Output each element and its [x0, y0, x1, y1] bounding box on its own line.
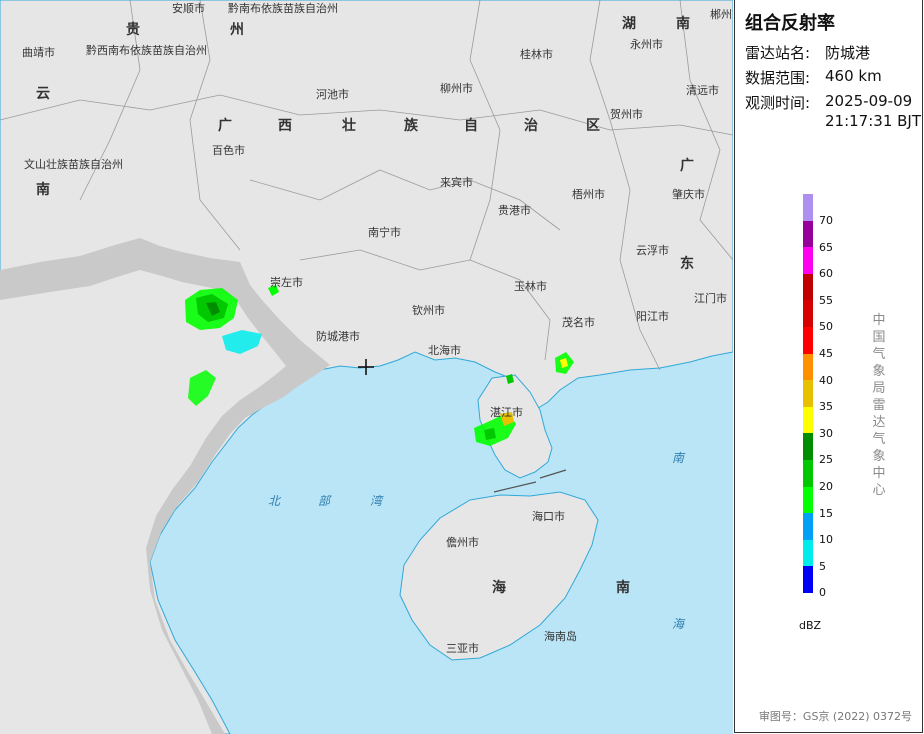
radar-viewer: 贵 州 湖 南 云 南 广 西 壮 族 自 治 区 广 东 海 南 北 部 湾 … — [0, 0, 924, 734]
city-label: 儋州市 — [446, 535, 479, 549]
legend-tick-label: 0 — [819, 586, 826, 600]
legend-tick-label: 45 — [819, 347, 833, 360]
legend-color-swatch — [803, 380, 813, 407]
sea-char: 南 — [672, 451, 686, 465]
legend-tick-label: 5 — [819, 559, 826, 573]
legend-tick-label: 20 — [819, 480, 833, 493]
city-label: 来宾市 — [440, 175, 473, 189]
city-label: 阳江市 — [636, 309, 669, 323]
city-label: 南宁市 — [368, 225, 401, 239]
approval-number: 审图号：GS京 (2022) 0372号 — [758, 710, 912, 723]
legend-color-swatch — [803, 513, 813, 540]
city-label: 梧州市 — [572, 187, 605, 201]
city-label: 海口市 — [532, 509, 565, 523]
product-title: 组合反射率 — [745, 13, 835, 34]
legend-color-swatch — [803, 194, 813, 221]
legend-color-swatch — [803, 273, 813, 301]
time-date: 2025-09-09 — [825, 92, 913, 110]
legend-tick-label: 70 — [819, 214, 833, 227]
legend-tick-label: 15 — [819, 506, 833, 520]
province-char: 壮 — [342, 117, 356, 134]
sea-char: 海 — [672, 617, 686, 631]
city-label: 崇左市 — [270, 275, 303, 289]
province-char: 西 — [278, 118, 292, 134]
city-label: 北海市 — [428, 343, 461, 357]
legend-color-swatch — [803, 220, 813, 248]
legend-tick-label: 30 — [819, 426, 833, 440]
legend-tick-label: 10 — [819, 533, 833, 547]
range-value: 460 km — [825, 67, 882, 85]
city-label: 百色市 — [212, 143, 245, 157]
city-label: 茂名市 — [562, 315, 595, 329]
legend-color-swatch — [803, 433, 813, 460]
time-clock: 21:17:31 BJT — [825, 112, 922, 130]
province-char: 南 — [676, 15, 690, 32]
legend-color-swatch — [803, 247, 813, 274]
city-label: 云浮市 — [636, 243, 669, 257]
province-char: 海 — [492, 579, 506, 596]
province-char: 贵 — [126, 21, 140, 38]
province-char: 区 — [586, 118, 600, 134]
province-char: 湖 — [622, 16, 636, 32]
city-label: 贺州市 — [610, 107, 643, 121]
province-char: 治 — [524, 117, 538, 134]
agency-label: 中国气象局雷达气象中心 — [872, 313, 886, 498]
legend-color-swatch — [803, 406, 813, 434]
city-label: 曲靖市 — [22, 45, 55, 59]
legend-tick-label: 50 — [819, 320, 833, 334]
city-label: 肇庆市 — [672, 187, 705, 201]
city-label: 玉林市 — [514, 279, 547, 293]
city-label: 钦州市 — [412, 303, 445, 317]
legend-color-swatch — [803, 539, 813, 567]
province-char: 族 — [404, 117, 419, 134]
station-value: 防城港 — [825, 44, 871, 62]
city-label: 文山壮族苗族自治州 — [24, 157, 123, 171]
city-label: 贵港市 — [498, 203, 531, 217]
legend-unit: dBZ — [799, 619, 822, 632]
legend-tick-label: 65 — [819, 240, 833, 254]
city-label: 安顺市 — [172, 1, 205, 15]
legend-tick-label: 55 — [819, 293, 833, 307]
city-label: 黔西南布依族苗族自治州 — [86, 43, 207, 57]
legend-tick-label: 25 — [819, 453, 833, 467]
station-label: 雷达站名: — [745, 44, 811, 62]
legend-tick-label: 40 — [819, 373, 833, 387]
color-legend — [803, 194, 813, 593]
info-panel: 组合反射率 雷达站名: 防城港 数据范围: 460 km 观测时间: 2025-… — [734, 0, 923, 733]
province-char: 云 — [36, 86, 50, 102]
legend-color-swatch — [803, 459, 813, 487]
time-label: 观测时间: — [745, 94, 811, 112]
sea-char: 部 — [318, 494, 332, 508]
city-label: 海南岛 — [544, 629, 577, 643]
city-label: 郴州市 — [710, 7, 733, 21]
city-label: 柳州市 — [440, 81, 473, 95]
province-char: 东 — [680, 255, 694, 272]
radar-map: 贵 州 湖 南 云 南 广 西 壮 族 自 治 区 广 东 海 南 北 部 湾 … — [0, 0, 733, 734]
legend-color-swatch — [803, 353, 813, 381]
city-label: 湛江市 — [490, 405, 523, 419]
city-label: 清远市 — [686, 83, 719, 97]
legend-color-swatch — [803, 300, 813, 327]
province-char: 广 — [680, 157, 694, 174]
city-label: 三亚市 — [446, 641, 479, 655]
province-char: 州 — [229, 22, 244, 38]
city-label: 桂林市 — [520, 47, 553, 61]
province-char: 南 — [36, 181, 50, 198]
city-label: 河池市 — [316, 87, 349, 101]
province-char: 自 — [464, 117, 478, 134]
city-label: 江门市 — [694, 291, 727, 305]
province-char: 南 — [616, 579, 630, 596]
city-label: 防城港市 — [316, 329, 360, 343]
legend-color-swatch — [803, 326, 813, 354]
city-label: 永州市 — [630, 37, 663, 51]
sea-char: 北 — [268, 494, 282, 508]
range-label: 数据范围: — [745, 69, 811, 87]
legend-color-swatch — [803, 486, 813, 514]
city-label: 黔南布依族苗族自治州 — [228, 1, 338, 15]
legend-tick-label: 60 — [819, 267, 833, 281]
legend-color-swatch — [803, 566, 813, 593]
sea-char: 湾 — [370, 494, 384, 508]
legend-tick-label: 35 — [819, 400, 833, 414]
province-char: 广 — [218, 117, 232, 134]
